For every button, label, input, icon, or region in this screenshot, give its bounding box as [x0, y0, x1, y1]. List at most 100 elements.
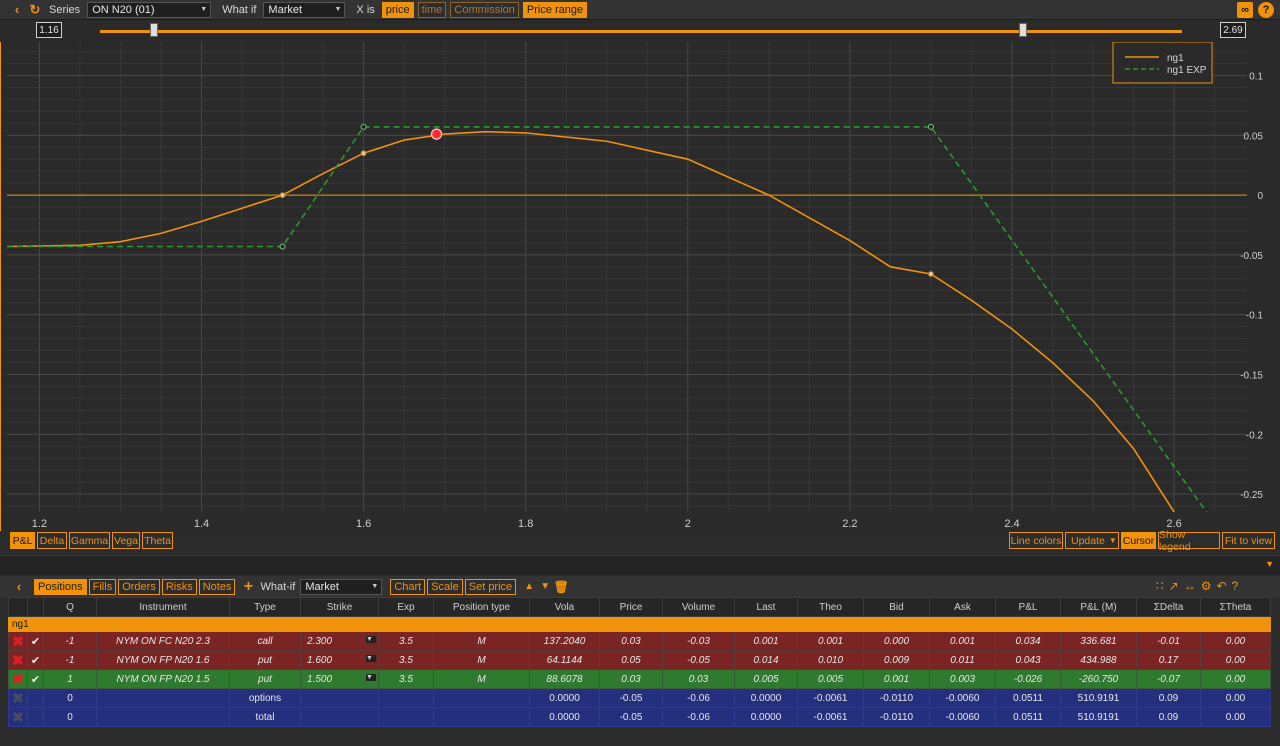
col-header-bid[interactable]: Bid [863, 597, 930, 617]
q-cell[interactable]: 1 [43, 669, 97, 689]
q-cell[interactable]: -1 [43, 631, 97, 651]
link-icon[interactable]: ∞ [1237, 2, 1253, 18]
panel-divider[interactable]: ▼ [0, 555, 1280, 575]
theo-cell: 0.005 [797, 669, 864, 689]
update-button[interactable]: Update ▼ [1065, 532, 1119, 549]
series-marker [360, 123, 367, 130]
chevron-down-icon[interactable]: ▼ [366, 654, 376, 662]
highlight-point[interactable] [430, 128, 443, 140]
collapse-arrow-icon[interactable]: ▼ [1265, 559, 1274, 569]
cursor-button[interactable]: Cursor [1121, 532, 1156, 549]
strike-cell[interactable]: 2.300 ▼ [300, 631, 379, 651]
strike-cell[interactable] [300, 688, 379, 708]
tab-gamma[interactable]: Gamma [69, 532, 110, 549]
range-min-box[interactable]: 1.16 [36, 22, 62, 38]
remove-icon[interactable]: ✖ [8, 669, 28, 689]
strike-cell[interactable] [300, 707, 379, 727]
row-checkbox[interactable]: ✔ [27, 669, 44, 689]
scale-button[interactable]: Scale [427, 578, 463, 595]
x-tick-label: 2.2 [842, 518, 857, 530]
undo-icon[interactable]: ↶ [1216, 579, 1226, 593]
col-header-type[interactable]: Type [229, 597, 301, 617]
refresh-icon[interactable]: ↻ [28, 2, 42, 17]
col-header-position-type[interactable]: Position type [433, 597, 530, 617]
help-icon[interactable]: ? [1232, 579, 1239, 593]
col-header-sum-theta[interactable]: ΣTheta [1200, 597, 1271, 617]
chevron-down-icon[interactable]: ▼ [366, 673, 376, 681]
tab-notes[interactable]: Notes [198, 578, 236, 595]
back-chevron-icon[interactable]: ‹ [10, 2, 24, 17]
line-colors-button[interactable]: Line colors [1009, 532, 1063, 549]
col-header-volume[interactable]: Volume [662, 597, 735, 617]
col-header-instrument[interactable]: Instrument [96, 597, 230, 617]
commission-button[interactable]: Commission [450, 1, 519, 18]
col-header[interactable] [8, 597, 28, 617]
table-row[interactable]: ✖ ✔ 1 NYM ON FP N20 1.5 put 1.500 ▼ 3.5 M 88.6078… [8, 669, 1271, 689]
remove-icon[interactable]: ✖ [8, 707, 28, 727]
fit-to-view-button[interactable]: Fit to view [1222, 532, 1275, 549]
strike-cell[interactable]: 1.600 ▼ [300, 650, 379, 670]
range-handle-right[interactable] [1018, 23, 1027, 37]
strike-cell[interactable]: 1.500 ▼ [300, 669, 379, 689]
chevron-down-icon[interactable]: ▼ [366, 635, 376, 643]
pnl-chart[interactable]: 1.2 1.4 1.6 1.8 2 2.2 2.4 2.6 0.1 0.05 0 -0.05 -0.1-… [0, 42, 1280, 531]
table-row[interactable]: ✖ ✔ -1 NYM ON FC N20 2.3 call 2.300 ▼ 3.5 M 137.2… [8, 631, 1271, 651]
back-chevron-icon[interactable]: ‹ [12, 579, 26, 594]
col-header-ask[interactable]: Ask [929, 597, 996, 617]
col-header-strike[interactable]: Strike [300, 597, 379, 617]
table-row[interactable]: ✖ ✔ -1 NYM ON FP N20 1.6 put 1.600 ▼ 3.5 M 64.114… [8, 650, 1271, 670]
whatif-select[interactable]: Market ▼ [263, 1, 346, 18]
set-price-button[interactable]: Set price [464, 578, 517, 595]
tab-orders[interactable]: Orders [118, 578, 160, 595]
col-header-sum-delta[interactable]: ΣDelta [1136, 597, 1201, 617]
col-header-pnl[interactable]: P&L [995, 597, 1061, 617]
table-row[interactable]: ✖ 0 options 0.0000 -0.05 -0.06 0.0000 -0.0061 -0… [8, 688, 1271, 708]
row-checkbox[interactable] [27, 688, 44, 708]
x-price-button[interactable]: price [381, 1, 414, 18]
positions-whatif-select[interactable]: Market ▼ [300, 578, 383, 595]
xis-label: X is [356, 3, 375, 16]
remove-icon[interactable]: ✖ [8, 631, 28, 651]
q-cell[interactable]: 0 [43, 707, 97, 727]
range-handle-left[interactable] [150, 23, 159, 37]
gear-icon[interactable]: ⚙ [1201, 579, 1212, 593]
trash-icon[interactable]: 🗑 [554, 580, 569, 594]
move-down-icon[interactable]: ▼ [538, 580, 552, 594]
col-header-vola[interactable]: Vola [529, 597, 600, 617]
series-select[interactable]: ON N20 (01) ▼ [87, 1, 212, 18]
row-checkbox[interactable]: ✔ [27, 631, 44, 651]
columns-icon[interactable]: ∷ [1156, 579, 1164, 593]
row-checkbox[interactable]: ✔ [27, 650, 44, 670]
tab-positions[interactable]: Positions [34, 578, 87, 595]
tab-fills[interactable]: Fills [88, 578, 117, 595]
col-header-price[interactable]: Price [599, 597, 663, 617]
row-checkbox[interactable] [27, 707, 44, 727]
x-time-button[interactable]: time [417, 1, 447, 18]
col-header-q[interactable]: Q [43, 597, 97, 617]
help-icon[interactable]: ? [1258, 2, 1274, 18]
price-range-button[interactable]: Price range [522, 1, 588, 18]
show-legend-button[interactable]: Show legend [1158, 529, 1220, 553]
q-cell[interactable]: -1 [43, 650, 97, 670]
col-header-pnl-m[interactable]: P&L (M) [1060, 597, 1137, 617]
col-header-last[interactable]: Last [734, 597, 798, 617]
export-icon[interactable]: ↗ [1169, 579, 1179, 593]
col-header[interactable] [27, 597, 44, 617]
remove-icon[interactable]: ✖ [8, 688, 28, 708]
expand-icon[interactable]: ↔ [1184, 579, 1196, 593]
table-row[interactable]: ✖ 0 total 0.0000 -0.05 -0.06 0.0000 -0.0061 -0.0… [8, 707, 1271, 727]
remove-icon[interactable]: ✖ [8, 650, 28, 670]
tab-risks[interactable]: Risks [161, 578, 197, 595]
col-header-exp[interactable]: Exp [378, 597, 434, 617]
tab-pnl[interactable]: P&L [10, 532, 35, 549]
tab-theta[interactable]: Theta [142, 532, 173, 549]
col-header-theo[interactable]: Theo [797, 597, 864, 617]
tab-delta[interactable]: Delta [37, 532, 67, 549]
add-icon[interactable]: + [241, 578, 255, 595]
q-cell[interactable]: 0 [43, 688, 97, 708]
group-row[interactable]: ng1 [8, 616, 1271, 632]
chart-button[interactable]: Chart [390, 578, 426, 595]
range-max-box[interactable]: 2.69 [1220, 22, 1246, 38]
tab-vega[interactable]: Vega [112, 532, 140, 549]
move-up-icon[interactable]: ▲ [522, 580, 536, 594]
